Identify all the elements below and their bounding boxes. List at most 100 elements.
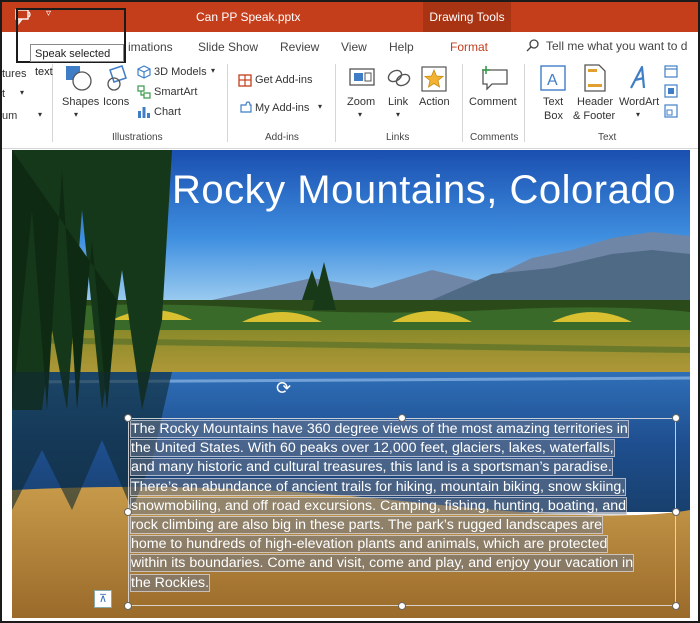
icons-icon bbox=[107, 65, 127, 91]
shapes-icon bbox=[66, 66, 92, 91]
zoom-label: Zoom bbox=[347, 96, 376, 108]
text-line: The Rocky Mountains have 360 degree view… bbox=[130, 420, 629, 438]
my-addins-button[interactable] bbox=[238, 101, 253, 120]
object-button[interactable] bbox=[664, 104, 678, 123]
date-time-button[interactable] bbox=[664, 64, 678, 83]
icons-button[interactable] bbox=[104, 64, 130, 97]
wordart-label: WordArt bbox=[619, 96, 660, 108]
pictures-partial-button[interactable]: tures bbox=[2, 68, 26, 80]
comment-button[interactable] bbox=[480, 64, 510, 97]
text-line: the Rockies. bbox=[129, 573, 211, 592]
link-button[interactable] bbox=[386, 66, 412, 95]
group-label-illustrations: Illustrations bbox=[112, 132, 163, 143]
text-box-body[interactable]: The Rocky Mountains have 360 degree view… bbox=[129, 420, 677, 593]
group-label-links: Links bbox=[386, 132, 410, 143]
group-separator bbox=[462, 64, 463, 142]
header-footer-label-line2: & Footer bbox=[573, 110, 616, 122]
tab-animations[interactable]: imations bbox=[128, 40, 173, 54]
smartart-button[interactable] bbox=[137, 85, 151, 104]
slide-number-icon bbox=[664, 84, 678, 98]
text-box-button[interactable]: A bbox=[539, 64, 567, 97]
slide-number-button[interactable] bbox=[664, 84, 678, 103]
resize-handle-bottom-left[interactable] bbox=[124, 602, 132, 610]
zoom-button[interactable] bbox=[348, 66, 376, 95]
text-box-label-line1: Text bbox=[543, 96, 564, 108]
link-icon bbox=[387, 69, 411, 87]
tab-format[interactable]: Format bbox=[450, 40, 488, 54]
slide-canvas[interactable]: Rocky Mountains, Colorado ⟳ The Rocky Mo… bbox=[12, 150, 690, 618]
resize-handle-bottom-right[interactable] bbox=[672, 602, 680, 610]
rotate-handle-icon[interactable]: ⟳ bbox=[276, 378, 291, 399]
slide-title[interactable]: Rocky Mountains, Colorado bbox=[172, 168, 676, 213]
shapes-label: Shapes bbox=[62, 96, 100, 108]
tab-view[interactable]: View bbox=[341, 40, 367, 54]
tell-me-search[interactable]: Tell me what you want to d bbox=[526, 39, 687, 53]
tab-review[interactable]: Review bbox=[280, 40, 319, 54]
selected-text-box[interactable]: The Rocky Mountains have 360 degree view… bbox=[124, 414, 680, 610]
text-line: and many historic and cultural treasures… bbox=[130, 458, 613, 477]
tell-me-text: Tell me what you want to d bbox=[546, 39, 688, 53]
powerpoint-window: ▿ Can PP Speak.pptx Drawing Tools Speak … bbox=[0, 0, 700, 623]
tab-help[interactable]: Help bbox=[389, 40, 414, 54]
resize-handle-left[interactable] bbox=[124, 508, 132, 516]
addins-icon bbox=[240, 101, 252, 113]
search-icon bbox=[526, 39, 539, 52]
text-line: home to hundreds of high-elevation plant… bbox=[129, 535, 609, 554]
svg-text:A: A bbox=[547, 72, 558, 89]
get-addins-label: Get Add-ins bbox=[255, 74, 313, 86]
layout-options-button[interactable]: ⊼ bbox=[94, 590, 112, 608]
chevron-down-icon: ▾ bbox=[396, 110, 401, 119]
chevron-down-icon: ▾ bbox=[211, 66, 216, 75]
chevron-down-icon: ▾ bbox=[636, 110, 641, 119]
comment-icon bbox=[482, 66, 508, 91]
link-label: Link bbox=[388, 96, 409, 108]
3d-models-button[interactable] bbox=[137, 65, 151, 84]
tab-slide-show[interactable]: Slide Show bbox=[198, 40, 258, 54]
group-label-addins: Add-ins bbox=[265, 132, 299, 143]
photo-album-partial-button[interactable]: um bbox=[2, 110, 17, 122]
text-line: There’s an abundance of ancient trails f… bbox=[129, 477, 627, 496]
smartart-label: SmartArt bbox=[154, 86, 198, 98]
document-title: Can PP Speak.pptx bbox=[196, 10, 301, 24]
calendar-icon bbox=[664, 65, 678, 78]
text-line: within its boundaries. Come and visit, c… bbox=[129, 554, 635, 573]
comment-label: Comment bbox=[469, 96, 517, 108]
chevron-down-icon: ▾ bbox=[358, 110, 363, 119]
text-box-label-line2: Box bbox=[544, 110, 563, 122]
chart-button[interactable] bbox=[137, 105, 151, 124]
icons-label: Icons bbox=[103, 96, 130, 108]
chevron-down-icon: ▾ bbox=[74, 110, 79, 119]
resize-handle-top-left[interactable] bbox=[124, 414, 132, 422]
screenshot-partial-button[interactable]: t bbox=[2, 88, 5, 100]
resize-handle-top-right[interactable] bbox=[672, 414, 680, 422]
text-line: the United States. With 60 peaks over 12… bbox=[130, 439, 615, 458]
group-separator bbox=[227, 64, 228, 142]
chevron-down-icon: ▾ bbox=[38, 110, 43, 119]
action-star-icon bbox=[421, 66, 447, 92]
chart-label: Chart bbox=[154, 106, 181, 118]
group-label-comments: Comments bbox=[470, 132, 519, 143]
wordart-button[interactable] bbox=[628, 64, 654, 97]
smartart-icon bbox=[137, 85, 151, 99]
resize-handle-right[interactable] bbox=[672, 508, 680, 516]
layout-options-icon: ⊼ bbox=[98, 593, 108, 605]
header-footer-icon bbox=[584, 64, 606, 92]
store-icon bbox=[238, 74, 252, 87]
resize-handle-top[interactable] bbox=[398, 414, 406, 422]
group-separator bbox=[335, 64, 336, 142]
group-label-text: Text bbox=[598, 132, 617, 143]
chevron-down-icon: ▾ bbox=[20, 88, 25, 97]
header-footer-button[interactable] bbox=[583, 64, 607, 97]
object-icon bbox=[664, 104, 678, 118]
cube-icon bbox=[137, 65, 151, 79]
text-line: rock climbing are also big in these part… bbox=[129, 516, 604, 535]
3d-models-label: 3D Models bbox=[154, 66, 207, 78]
text-box-icon: A bbox=[540, 65, 566, 91]
get-addins-button[interactable] bbox=[238, 73, 252, 92]
my-addins-label: My Add-ins bbox=[255, 102, 310, 114]
action-label: Action bbox=[419, 96, 450, 108]
resize-handle-bottom[interactable] bbox=[398, 602, 406, 610]
shapes-button[interactable] bbox=[64, 64, 94, 97]
zoom-slide-icon bbox=[349, 68, 375, 86]
action-button[interactable] bbox=[421, 66, 447, 97]
